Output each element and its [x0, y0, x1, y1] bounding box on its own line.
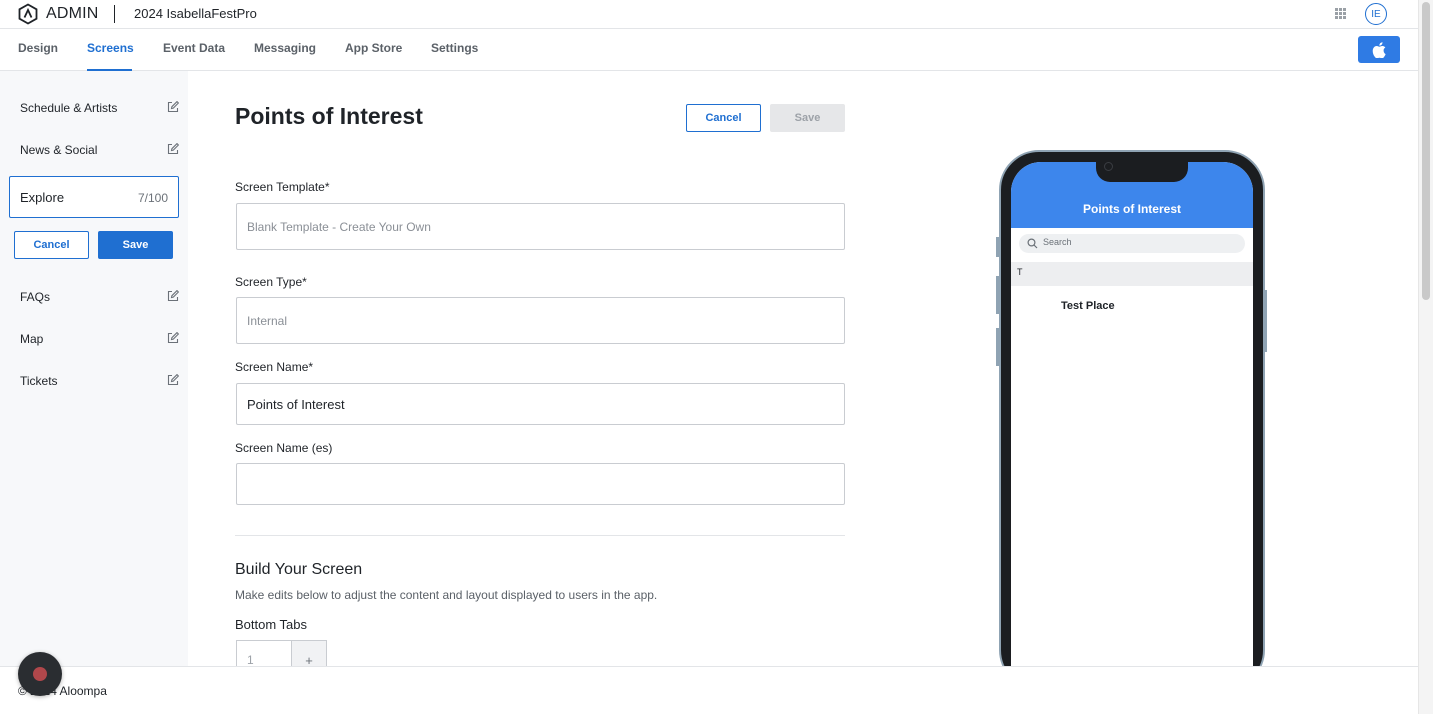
phone-notch	[1096, 162, 1188, 182]
apple-icon	[1372, 41, 1386, 58]
sidebar-item-faqs[interactable]: FAQs	[20, 290, 50, 304]
screen-type-select[interactable]: Internal	[236, 297, 845, 344]
preview-search-placeholder: Search	[1043, 237, 1072, 247]
sidebar-item-map[interactable]: Map	[20, 332, 43, 346]
tab-event-data[interactable]: Event Data	[163, 41, 225, 55]
grid-icon[interactable]	[1335, 8, 1346, 19]
screen-name-es-label: Screen Name (es)	[235, 441, 333, 455]
chat-icon	[33, 667, 47, 681]
character-count: 7/100	[137, 191, 168, 205]
sidebar-save-button[interactable]: Save	[98, 231, 173, 259]
chat-launcher-button[interactable]	[18, 652, 62, 696]
brand-divider	[114, 5, 115, 23]
screen-name-edit-value: Explore	[20, 190, 65, 205]
save-button[interactable]: Save	[770, 104, 845, 132]
scrollbar-thumb[interactable]	[1422, 2, 1430, 300]
top-bar: ADMIN 2024 IsabellaFestPro IE	[0, 0, 1418, 29]
footer: © 2024 Aloompa	[0, 666, 1418, 714]
page-scrollbar[interactable]	[1418, 0, 1433, 714]
platform-button[interactable]	[1358, 36, 1400, 63]
tab-settings[interactable]: Settings	[431, 41, 478, 55]
screen-name-edit-field[interactable]: Explore 7/100	[9, 176, 179, 218]
preview-list-item: Test Place	[1061, 300, 1115, 312]
edit-icon[interactable]	[167, 290, 179, 302]
screen-template-label: Screen Template*	[235, 180, 330, 194]
bottom-tabs-label: Bottom Tabs	[235, 617, 308, 632]
preview-title: Points of Interest	[1082, 202, 1181, 216]
search-icon	[1027, 238, 1038, 249]
sidebar-item-tickets[interactable]: Tickets	[20, 374, 58, 388]
phone-preview: Points of Interest Search T Test Place	[999, 150, 1265, 692]
screens-sidebar: Schedule & Artists News & Social Explore…	[0, 71, 188, 666]
page-title: Points of Interest	[235, 103, 423, 129]
phone-screen: Points of Interest Search T Test Place	[1011, 162, 1253, 692]
section-divider	[235, 535, 845, 536]
edit-icon[interactable]	[167, 143, 179, 155]
screen-name-label: Screen Name*	[235, 360, 314, 374]
screen-name-input[interactable]: Points of Interest	[236, 383, 845, 425]
main-nav: Design Screens Event Data Messaging App …	[0, 29, 1418, 71]
brand-name: ADMIN	[46, 5, 99, 22]
sidebar-cancel-button[interactable]: Cancel	[14, 231, 89, 259]
edit-icon[interactable]	[167, 332, 179, 344]
hexagon-a-logo[interactable]	[17, 3, 39, 25]
screen-type-label: Screen Type*	[235, 275, 307, 289]
cancel-button[interactable]: Cancel	[686, 104, 761, 132]
screen-template-select[interactable]: Blank Template - Create Your Own	[236, 203, 845, 250]
build-screen-description: Make edits below to adjust the content a…	[235, 588, 658, 602]
project-name[interactable]: 2024 IsabellaFestPro	[134, 6, 257, 21]
tab-app-store[interactable]: App Store	[345, 41, 402, 55]
tab-messaging[interactable]: Messaging	[254, 41, 316, 55]
tab-screens[interactable]: Screens	[87, 41, 134, 55]
user-avatar[interactable]: IE	[1365, 3, 1387, 25]
edit-icon[interactable]	[167, 374, 179, 386]
sidebar-item-schedule-artists[interactable]: Schedule & Artists	[20, 101, 117, 115]
preview-section-header: T	[1011, 262, 1253, 286]
edit-icon[interactable]	[167, 101, 179, 113]
screen-name-es-input[interactable]	[236, 463, 845, 505]
preview-search-bar: Search	[1019, 234, 1245, 253]
build-screen-heading: Build Your Screen	[235, 561, 363, 578]
sidebar-item-news-social[interactable]: News & Social	[20, 143, 97, 157]
preview-header: Points of Interest	[1011, 162, 1253, 228]
tab-design[interactable]: Design	[18, 41, 58, 55]
camera-icon	[1104, 162, 1113, 171]
